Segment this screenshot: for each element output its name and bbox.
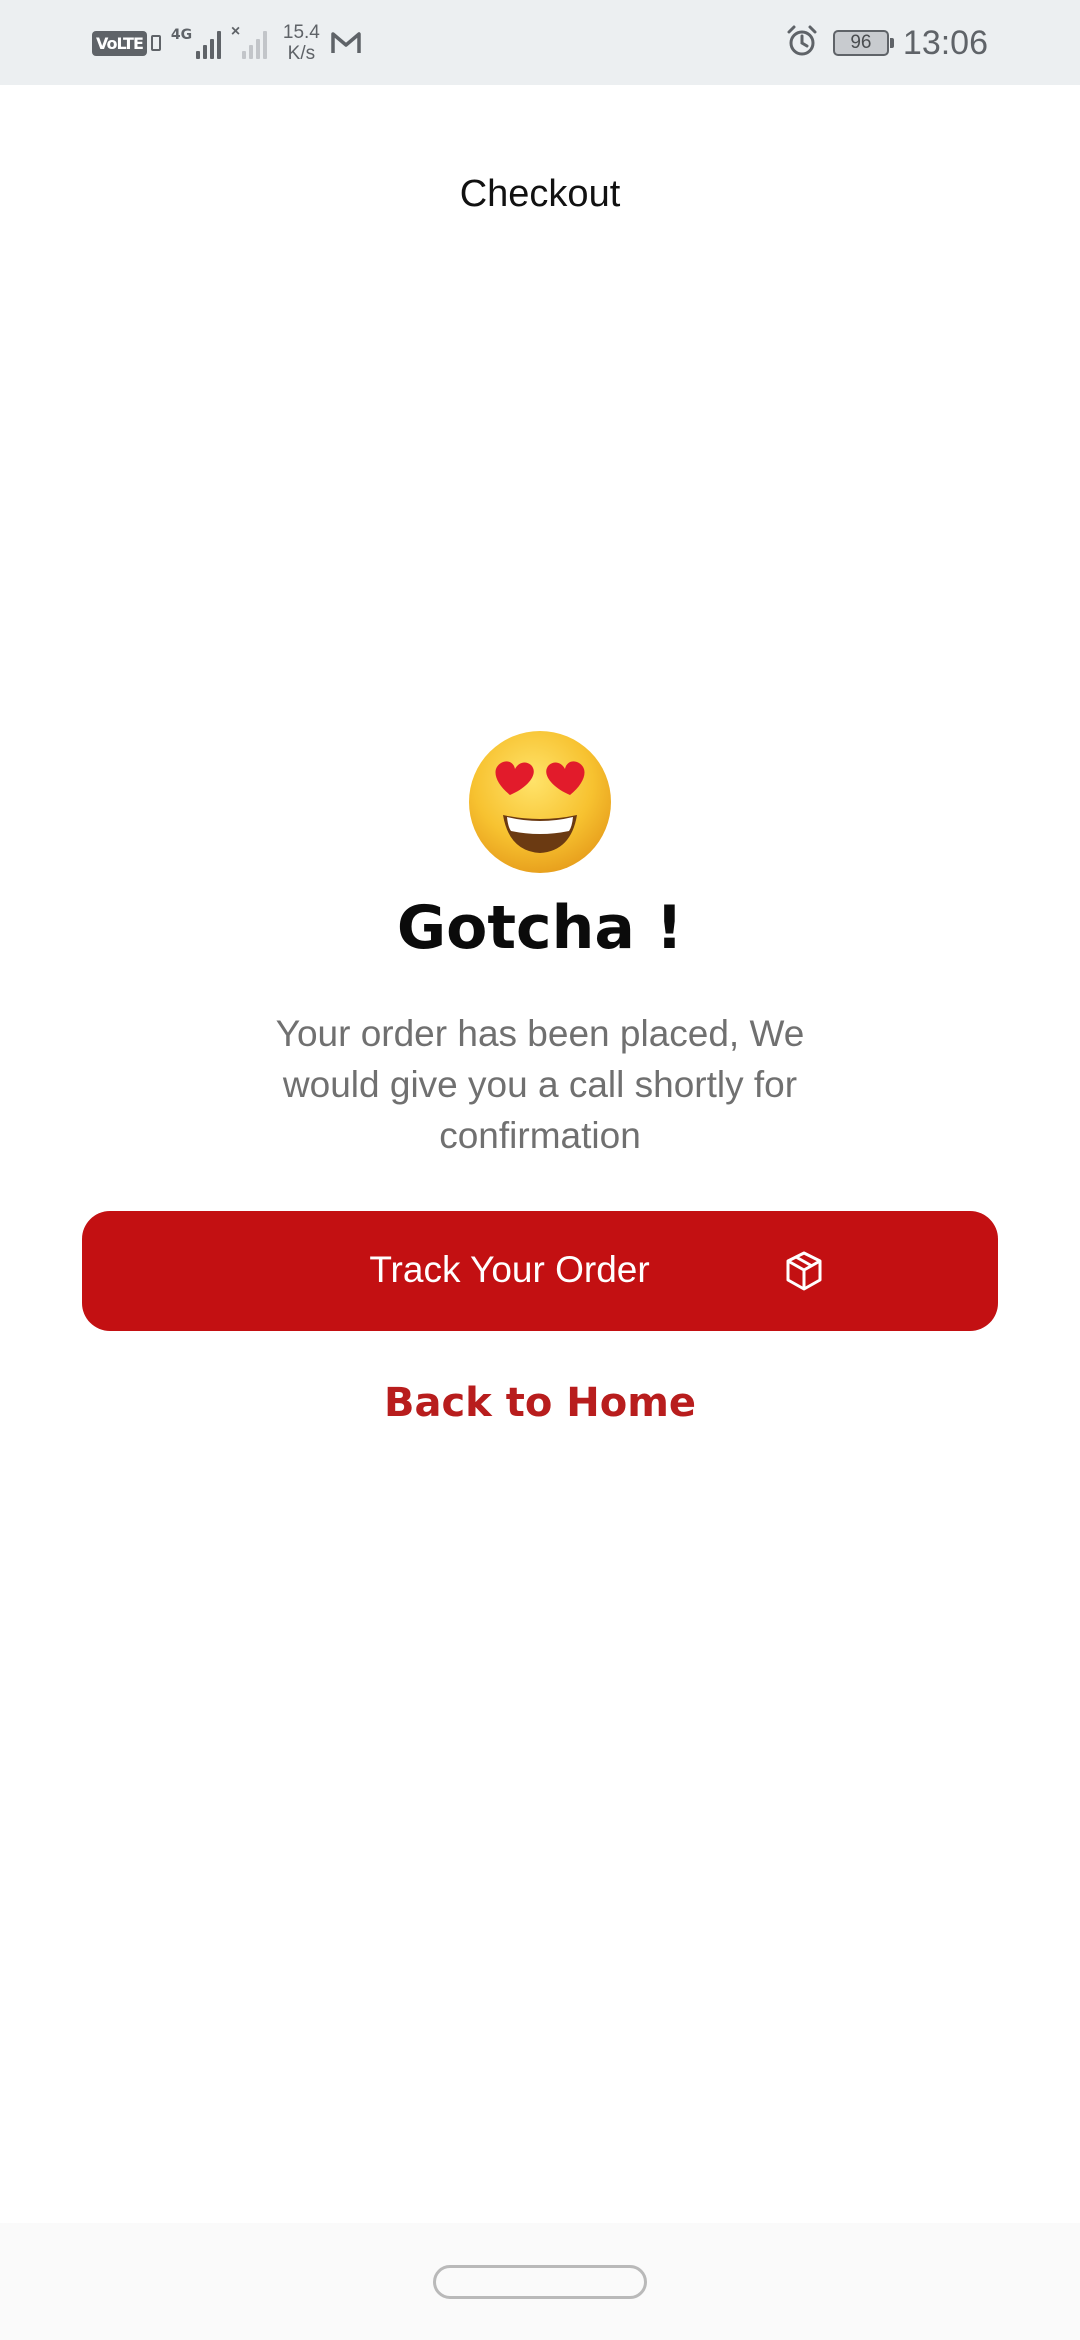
app-header: Checkout [0,85,1080,310]
network-type: 4G [170,27,193,43]
battery-icon: 96 [832,30,894,56]
volte-label: VoLTE [92,30,147,56]
clock: 13:06 [902,23,988,62]
gmail-icon [330,30,362,56]
signal-icon: 4G [171,25,221,61]
screen: VoLTE 4G × 15.4 K/s 96 13:06 Checkout Go… [0,0,1080,2340]
status-bar: VoLTE 4G × 15.4 K/s 96 13:06 [0,0,1080,85]
no-signal-icon: × [231,23,267,61]
alarm-icon [785,24,819,63]
home-gesture-handle[interactable] [433,2265,647,2299]
battery-level: 96 [850,32,872,53]
back-to-home-link[interactable]: Back to Home [0,1380,1080,1426]
heart-eyes-emoji-icon [465,727,615,877]
volte-icon: VoLTE [92,30,161,56]
network-speed: 15.4 K/s [283,22,320,64]
confirmation-headline: Gotcha ! [396,893,684,963]
speed-value: 15.4 [282,22,320,43]
status-right: 96 13:06 [785,18,988,68]
track-order-button[interactable]: Track Your Order [82,1211,998,1331]
speed-unit: K/s [287,43,316,64]
status-left: VoLTE 4G × 15.4 K/s [92,18,362,68]
confirmation-message: Your order has been placed, We would giv… [275,1013,805,1156]
navigation-bar [0,2223,1080,2340]
package-icon [782,1249,826,1293]
page-title: Checkout [459,173,621,215]
